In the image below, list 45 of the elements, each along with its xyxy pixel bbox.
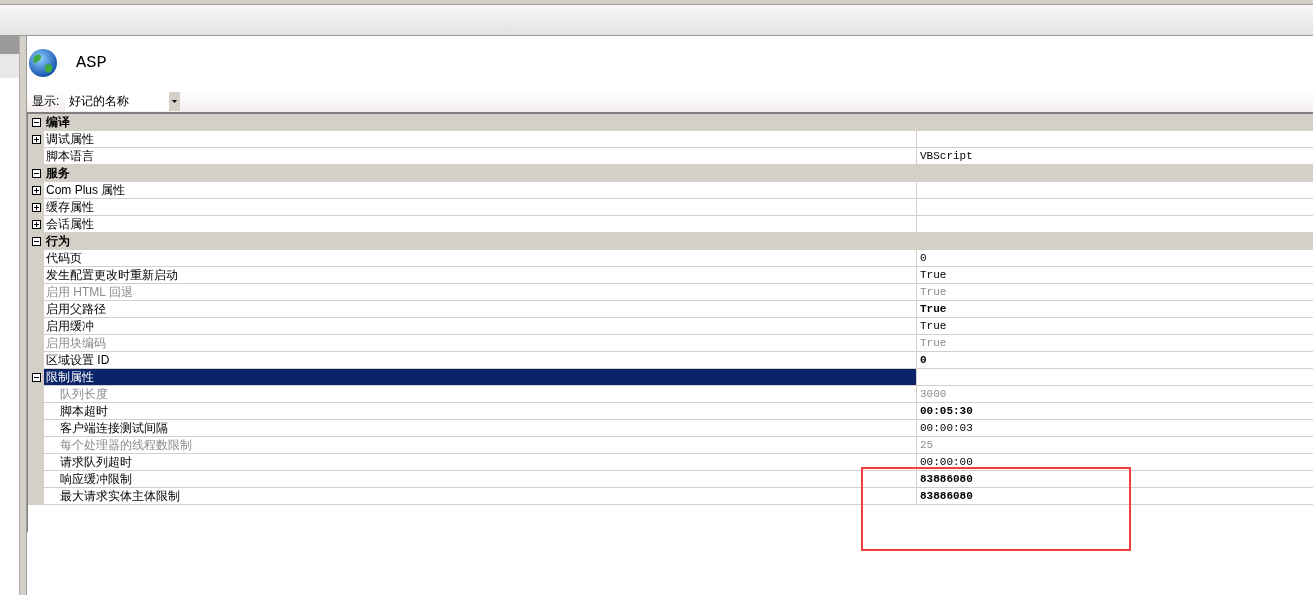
caret-icon <box>172 99 178 103</box>
expand-icon[interactable] <box>31 202 41 212</box>
expand-icon[interactable] <box>31 134 41 144</box>
collapse-icon[interactable] <box>31 372 41 382</box>
category-header[interactable]: 行为 <box>44 233 70 249</box>
property-name[interactable]: 请求队列超时 <box>44 454 916 470</box>
collapse-icon[interactable] <box>31 117 41 127</box>
property-name[interactable]: Com Plus 属性 <box>44 182 916 198</box>
property-name[interactable]: 响应缓冲限制 <box>44 471 916 487</box>
expand-icon[interactable] <box>31 219 41 229</box>
property-name[interactable]: 限制属性 <box>44 369 916 385</box>
property-name[interactable]: 启用缓冲 <box>44 318 916 334</box>
property-name[interactable]: 脚本超时 <box>44 403 916 419</box>
property-name[interactable]: 脚本语言 <box>44 148 916 164</box>
collapse-icon[interactable] <box>31 236 41 246</box>
property-value[interactable]: 00:00:00 <box>920 454 973 470</box>
property-name[interactable]: 启用父路径 <box>44 301 916 317</box>
property-name[interactable]: 会话属性 <box>44 216 916 232</box>
property-name[interactable]: 区域设置 ID <box>44 352 916 368</box>
property-value[interactable]: 83886080 <box>920 471 973 487</box>
property-value[interactable]: True <box>920 267 947 283</box>
property-value[interactable]: VBScript <box>920 148 973 164</box>
property-name[interactable]: 客户端连接测试间隔 <box>44 420 916 436</box>
pane-header <box>0 36 19 54</box>
property-value[interactable]: 83886080 <box>920 488 973 504</box>
display-label: 显示: <box>32 93 60 110</box>
expand-icon[interactable] <box>31 185 41 195</box>
property-name[interactable]: 缓存属性 <box>44 199 916 215</box>
property-value[interactable]: 0 <box>920 352 927 368</box>
category-header[interactable]: 编译 <box>44 114 70 130</box>
property-value[interactable]: 00:05:30 <box>920 403 973 419</box>
globe-icon <box>28 48 58 78</box>
page-title: ASP <box>76 52 107 75</box>
display-dropdown[interactable]: 好记的名称 <box>65 91 181 111</box>
pane-row <box>0 54 19 78</box>
collapse-icon[interactable] <box>31 168 41 178</box>
property-value[interactable]: 0 <box>920 250 927 266</box>
property-value[interactable]: True <box>920 301 947 317</box>
category-header[interactable]: 服务 <box>44 165 70 181</box>
property-name[interactable]: 发生配置更改时重新启动 <box>44 267 916 283</box>
property-value[interactable]: 00:00:03 <box>920 420 973 436</box>
property-name[interactable]: 最大请求实体主体限制 <box>44 488 916 504</box>
property-name[interactable]: 代码页 <box>44 250 916 266</box>
property-value[interactable]: True <box>920 318 947 334</box>
property-name[interactable]: 调试属性 <box>44 131 916 147</box>
